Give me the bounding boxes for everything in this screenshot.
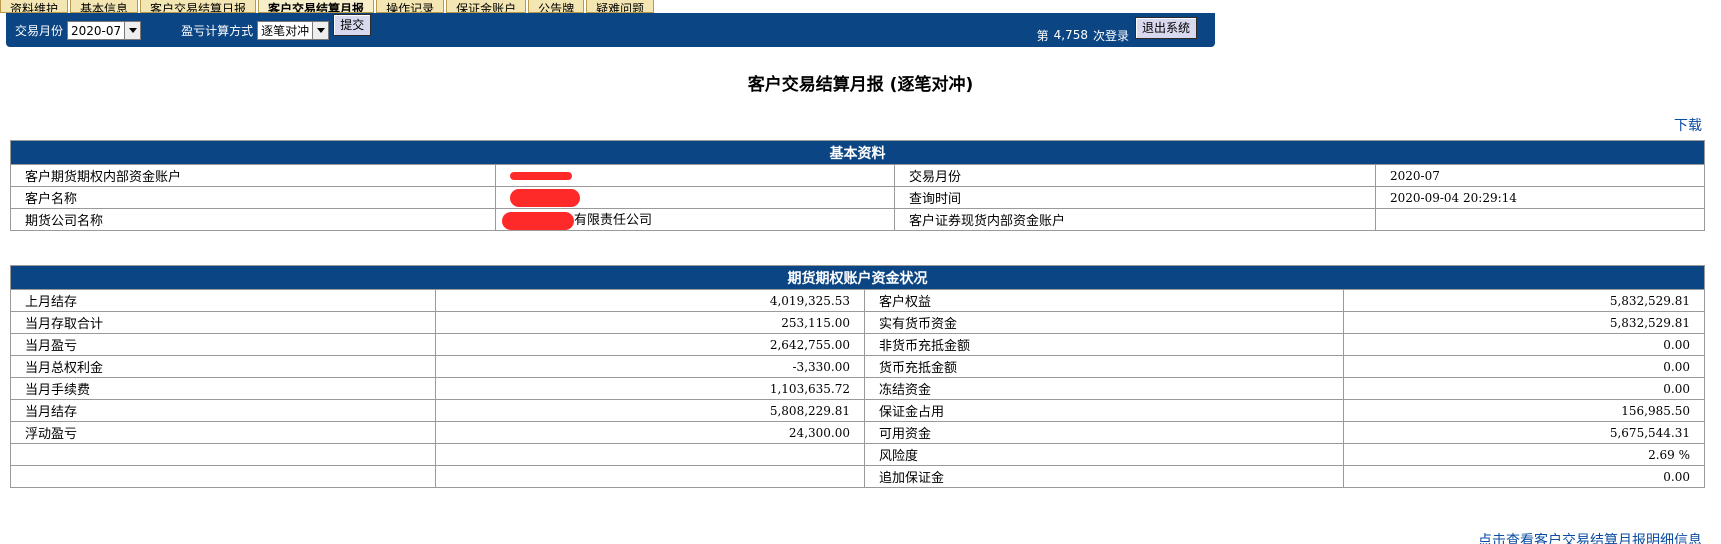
field-label: 当月总权利金: [10, 355, 436, 378]
field-label: 浮动盈亏: [10, 421, 436, 444]
calc-method-select-value: 逐笔对冲: [261, 23, 310, 38]
calc-method-label: 盈亏计算方式: [181, 23, 254, 38]
view-details-link[interactable]: 点击查看客户交易结算月报明细信息: [1478, 530, 1702, 544]
tab-monthly-report[interactable]: 客户交易结算月报: [258, 0, 375, 13]
redaction-mark: [510, 171, 572, 180]
field-label: [10, 443, 436, 466]
field-value: [495, 186, 895, 209]
chevron-down-icon[interactable]: [312, 21, 329, 39]
table-row: 期货公司名称 有限责任公司 客户证券现货内部资金账户: [10, 208, 1705, 231]
field-value: [1375, 208, 1705, 231]
basic-info-header: 基本资料: [10, 140, 1705, 165]
field-label: 当月手续费: [10, 377, 436, 400]
tab-data-maintenance[interactable]: 资料维护: [0, 0, 69, 13]
field-value: 5,675,544.31: [1343, 421, 1705, 444]
login-count-prefix: 第: [1036, 28, 1049, 43]
company-name-suffix: 有限责任公司: [574, 213, 653, 229]
field-label: 当月盈亏: [10, 333, 436, 356]
field-label: 当月结存: [10, 399, 436, 422]
field-label: 客户名称: [10, 186, 496, 209]
page-title: 客户交易结算月报 (逐笔对冲): [747, 75, 974, 95]
chevron-down-icon[interactable]: [124, 21, 141, 39]
month-select-value: 2020-07: [71, 23, 122, 38]
field-label: 货币充抵金额: [864, 355, 1344, 378]
field-value: 5,832,529.81: [1343, 311, 1705, 334]
field-value: 0.00: [1343, 333, 1705, 356]
table-row: 当月总权利金 -3,330.00 货币充抵金额 0.00: [10, 355, 1705, 378]
field-label: 保证金占用: [864, 399, 1344, 422]
redaction-mark: [502, 211, 574, 230]
field-label: 当月存取合计: [10, 311, 436, 334]
calc-method-select[interactable]: 逐笔对冲: [257, 20, 330, 40]
tab-margin-account[interactable]: 保证金账户: [446, 0, 527, 13]
login-count: 第 4,758 次登录: [1037, 27, 1129, 44]
field-value: 2.69 %: [1343, 443, 1705, 466]
field-label: 追加保证金: [864, 465, 1344, 488]
field-value: 2020-09-04 20:29:14: [1375, 186, 1705, 209]
table-row: 上月结存 4,019,325.53 客户权益 5,832,529.81: [10, 289, 1705, 312]
field-value: 有限责任公司: [495, 208, 895, 231]
field-label: 实有货币资金: [864, 311, 1344, 334]
tab-operation-log[interactable]: 操作记录: [376, 0, 445, 13]
field-value: 0.00: [1343, 465, 1705, 488]
field-label: 风险度: [864, 443, 1344, 466]
field-label: 交易月份: [894, 164, 1376, 187]
field-label: 非货币充抵金额: [864, 333, 1344, 356]
filter-toolbar: 交易月份 2020-07 盈亏计算方式 逐笔对冲 提交 第 4,758 次登录 …: [6, 13, 1215, 47]
table-row: 当月盈亏 2,642,755.00 非货币充抵金额 0.00: [10, 333, 1705, 356]
field-value: 24,300.00: [435, 421, 865, 444]
basic-info-table: 基本资料 客户期货期权内部资金账户 交易月份 2020-07 客户名称 查询时间…: [10, 140, 1705, 231]
field-value: 0.00: [1343, 355, 1705, 378]
table-header-row: 期货期权账户资金状况: [10, 265, 1705, 290]
table-row: 追加保证金 0.00: [10, 465, 1705, 488]
field-value: [435, 465, 865, 488]
field-label: [10, 465, 436, 488]
download-link[interactable]: 下载: [1674, 115, 1702, 135]
login-count-suffix: 次登录: [1092, 28, 1129, 43]
field-label: 冻结资金: [864, 377, 1344, 400]
month-label: 交易月份: [15, 23, 64, 38]
field-value: -3,330.00: [435, 355, 865, 378]
tab-faq[interactable]: 疑难问题: [586, 0, 655, 13]
table-row: 风险度 2.69 %: [10, 443, 1705, 466]
tab-daily-report[interactable]: 客户交易结算日报: [140, 0, 257, 13]
field-value: 5,832,529.81: [1343, 289, 1705, 312]
field-value: 2020-07: [1375, 164, 1705, 187]
field-value: [435, 443, 865, 466]
table-row: 当月手续费 1,103,635.72 冻结资金 0.00: [10, 377, 1705, 400]
table-row: 当月存取合计 253,115.00 实有货币资金 5,832,529.81: [10, 311, 1705, 334]
table-row: 浮动盈亏 24,300.00 可用资金 5,675,544.31: [10, 421, 1705, 444]
table-row: 当月结存 5,808,229.81 保证金占用 156,985.50: [10, 399, 1705, 422]
field-value: 1,103,635.72: [435, 377, 865, 400]
field-label: 客户期货期权内部资金账户: [10, 164, 496, 187]
field-value: 4,019,325.53: [435, 289, 865, 312]
table-row: 客户名称 查询时间 2020-09-04 20:29:14: [10, 186, 1705, 209]
field-value: 156,985.50: [1343, 399, 1705, 422]
top-tab-strip: 资料维护 基本信息 客户交易结算日报 客户交易结算月报 操作记录 保证金账户 公…: [0, 0, 656, 13]
field-label: 客户权益: [864, 289, 1344, 312]
field-label: 期货公司名称: [10, 208, 496, 231]
tab-bulletin[interactable]: 公告牌: [528, 0, 585, 13]
tab-basic-info[interactable]: 基本信息: [70, 0, 139, 13]
fund-status-header: 期货期权账户资金状况: [10, 265, 1705, 290]
field-label: 查询时间: [894, 186, 1376, 209]
login-count-number: 4,758: [1053, 28, 1088, 42]
fund-status-table: 期货期权账户资金状况 上月结存 4,019,325.53 客户权益 5,832,…: [10, 265, 1705, 488]
field-label: 客户证券现货内部资金账户: [894, 208, 1376, 231]
field-value: 253,115.00: [435, 311, 865, 334]
field-value: 0.00: [1343, 377, 1705, 400]
logout-button[interactable]: 退出系统: [1134, 17, 1197, 39]
field-label: 可用资金: [864, 421, 1344, 444]
field-value: 2,642,755.00: [435, 333, 865, 356]
field-value: 5,808,229.81: [435, 399, 865, 422]
table-row: 客户期货期权内部资金账户 交易月份 2020-07: [10, 164, 1705, 187]
table-header-row: 基本资料: [10, 140, 1705, 165]
redaction-mark: [510, 188, 580, 207]
field-value: [495, 164, 895, 187]
submit-button[interactable]: 提交: [333, 14, 372, 36]
field-label: 上月结存: [10, 289, 436, 312]
month-select[interactable]: 2020-07: [67, 20, 142, 40]
